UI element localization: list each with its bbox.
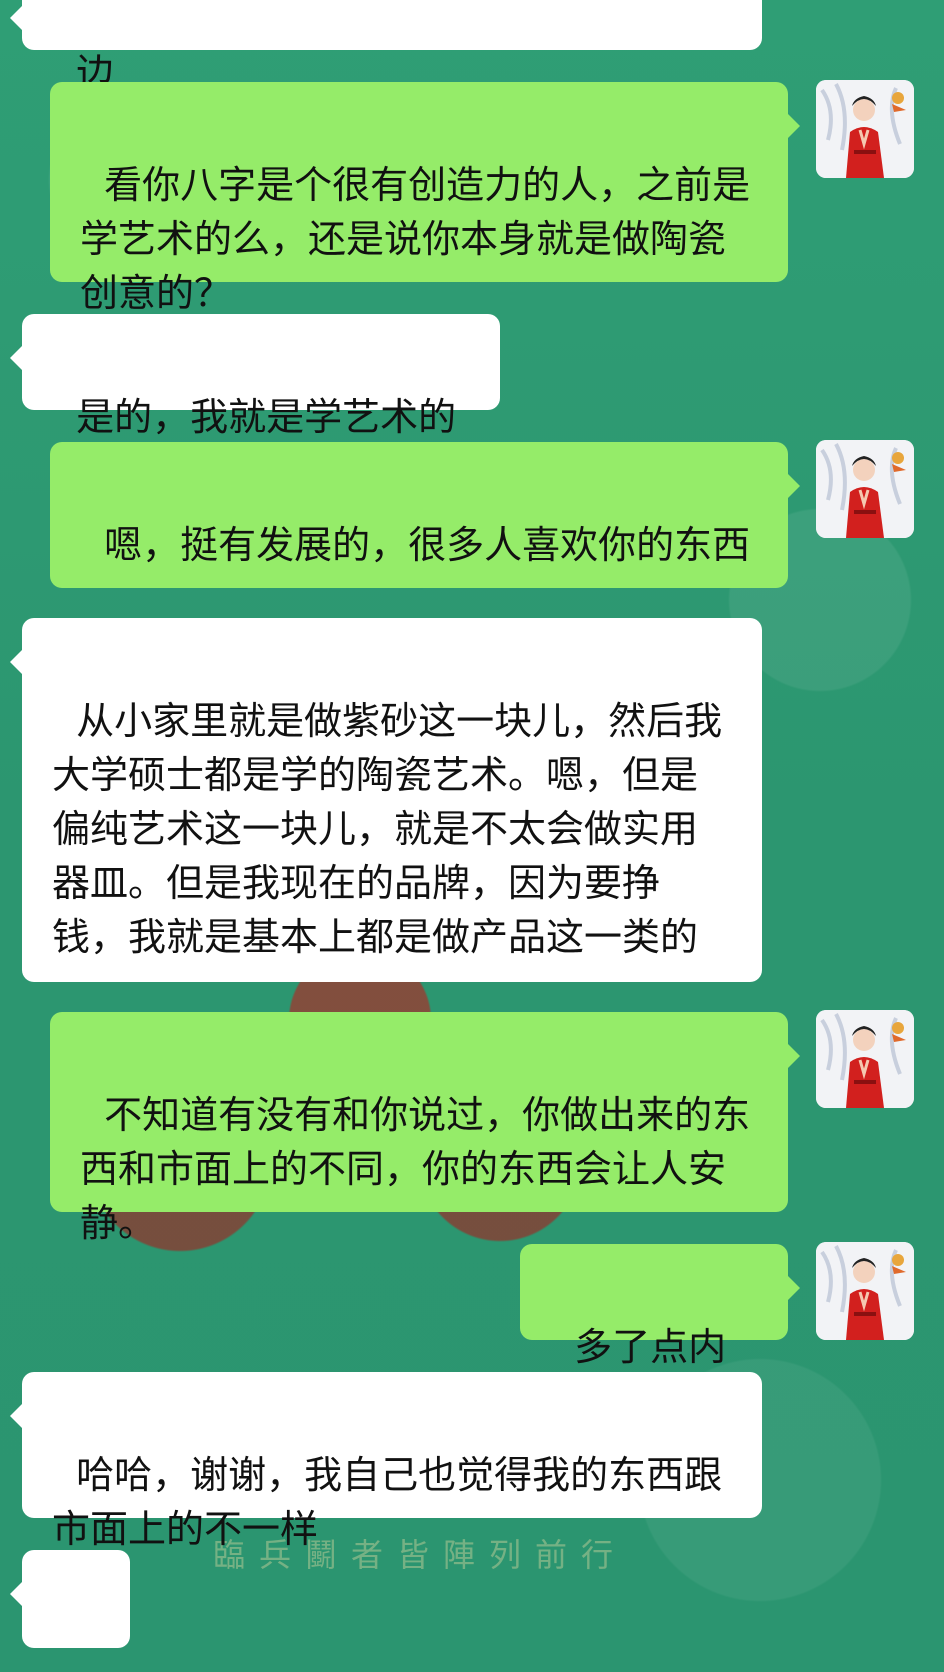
avatar-woman-red-dress-icon [816, 80, 914, 178]
avatar-woman-red-dress-icon [816, 1242, 914, 1340]
message-bubble-incoming[interactable]: 从小家里就是做紫砂这一块儿，然后我大学硕士都是学的陶瓷艺术。嗯，但是偏纯艺术这一… [10, 618, 762, 982]
message-text: 嗯，挺有发展的，很多人喜欢你的东西 [104, 523, 751, 567]
message-bubble-outgoing[interactable]: 嗯，挺有发展的，很多人喜欢你的东西 [50, 442, 800, 588]
message-bubble-incoming[interactable]: 哈哈，谢谢，我自己也觉得我的东西跟市面上的不一样 [10, 1372, 762, 1551]
avatar[interactable] [816, 1242, 914, 1340]
avatar-woman-red-dress-icon [816, 440, 914, 538]
message-text: 是的，我就是学艺术的 [76, 395, 457, 439]
message-bubble-outgoing[interactable]: 看你八字是个很有创造力的人，之前是学艺术的么，还是说你本身就是做陶瓷创意的？ [50, 82, 800, 315]
message-bubble-incoming[interactable]: 是的，我就是学艺术的 [10, 314, 500, 439]
avatar[interactable] [816, 80, 914, 178]
message-bubble-outgoing[interactable]: 不知道有没有和你说过，你做出来的东西和市面上的不同，你的东西会让人安静。 [50, 1012, 800, 1245]
message-text: 从小家里就是做紫砂这一块儿，然后我大学硕士都是学的陶瓷艺术。嗯，但是偏纯艺术这一… [52, 699, 723, 959]
avatar[interactable] [816, 1010, 914, 1108]
message-bubble-incoming[interactable] [10, 1550, 130, 1648]
message-bubble-outgoing[interactable]: 多了点内涵 [520, 1244, 800, 1423]
avatar[interactable] [816, 440, 914, 538]
message-bubble-incoming[interactable]: 边 [10, 0, 762, 95]
avatar-woman-red-dress-icon [816, 1010, 914, 1108]
